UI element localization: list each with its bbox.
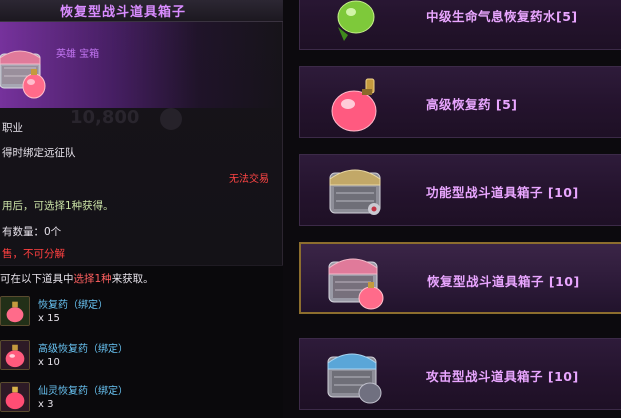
- chest-potion-icon: [0, 50, 46, 99]
- reward-item[interactable]: 恢复药（绑定） x 15: [0, 296, 283, 332]
- tooltip-sell: 售，不可分解: [2, 248, 65, 260]
- list-item-label: 高级恢复药 [5]: [426, 97, 518, 112]
- list-item-label: 中级生命气息恢复药水[5]: [426, 9, 578, 24]
- reward-item[interactable]: 仙灵恢复药（绑定） x 3: [0, 382, 283, 418]
- tooltip-job: 职业: [2, 122, 23, 134]
- rewards-header-suffix: 来获取。: [111, 273, 154, 285]
- reward-name: 恢复药（绑定）: [38, 300, 108, 311]
- reward-name: 高级恢复药（绑定）: [38, 344, 128, 355]
- tooltip-header: 恢复型战斗道具箱子: [0, 0, 283, 22]
- tooltip-bind: 得时绑定远征队: [2, 147, 76, 159]
- list-item-label: 功能型战斗道具箱子 [10]: [426, 185, 579, 200]
- tooltip-title: 恢复型战斗道具箱子: [60, 5, 187, 20]
- reward-item[interactable]: 高级恢复药（绑定） x 10: [0, 340, 283, 376]
- screen: 恢复型战斗道具箱子 英雄 宝箱 10,800 职业 得时绑定远征队 无法交易 用…: [0, 0, 621, 418]
- chest-blue-icon: [327, 353, 382, 404]
- rewards-header-prefix: 可在以下道具中: [0, 273, 74, 285]
- list-item-label: 攻击型战斗道具箱子 [10]: [426, 369, 579, 384]
- potion-icon: [0, 296, 30, 326]
- item-list: 中级生命气息恢复药水[5] 高级恢复药 [5] 功能型战斗道具箱子 [10] 恢…: [283, 0, 621, 418]
- rewards-header-highlight: 选择1种: [73, 273, 112, 285]
- item-tooltip: 恢复型战斗道具箱子 英雄 宝箱 10,800 职业 得时绑定远征队 无法交易 用…: [0, 0, 283, 418]
- list-item-label: 恢复型战斗道具箱子 [10]: [427, 274, 580, 289]
- chest-icon: [329, 169, 381, 215]
- tooltip-price: 10,800: [70, 107, 140, 128]
- list-item[interactable]: 攻击型战斗道具箱子 [10]: [299, 338, 621, 410]
- reward-qty: x 3: [38, 399, 54, 410]
- pink-potion-icon: [331, 78, 377, 132]
- list-item[interactable]: 中级生命气息恢复药水[5]: [299, 0, 621, 50]
- tooltip-item-type: 英雄 宝箱: [56, 49, 100, 60]
- tooltip-trade: 无法交易: [229, 174, 269, 185]
- list-item[interactable]: 功能型战斗道具箱子 [10]: [299, 154, 621, 226]
- potion-icon: [0, 382, 30, 412]
- reward-qty: x 15: [38, 313, 60, 324]
- rewards-header: 可在以下道具中选择1种来获取。: [0, 271, 154, 286]
- potion-icon: [0, 340, 30, 370]
- reward-qty: x 10: [38, 357, 60, 368]
- list-item[interactable]: 高级恢复药 [5]: [299, 66, 621, 138]
- coin-icon: [160, 108, 182, 130]
- green-potion-icon: [337, 0, 375, 41]
- reward-name: 仙灵恢复药（绑定）: [38, 386, 128, 397]
- chest-potion-icon: [328, 258, 384, 310]
- tooltip-count: 有数量：0个: [2, 226, 62, 238]
- tooltip-use: 用后，可选择1种获得。: [2, 200, 114, 212]
- list-item-selected[interactable]: 恢复型战斗道具箱子 [10]: [299, 242, 621, 314]
